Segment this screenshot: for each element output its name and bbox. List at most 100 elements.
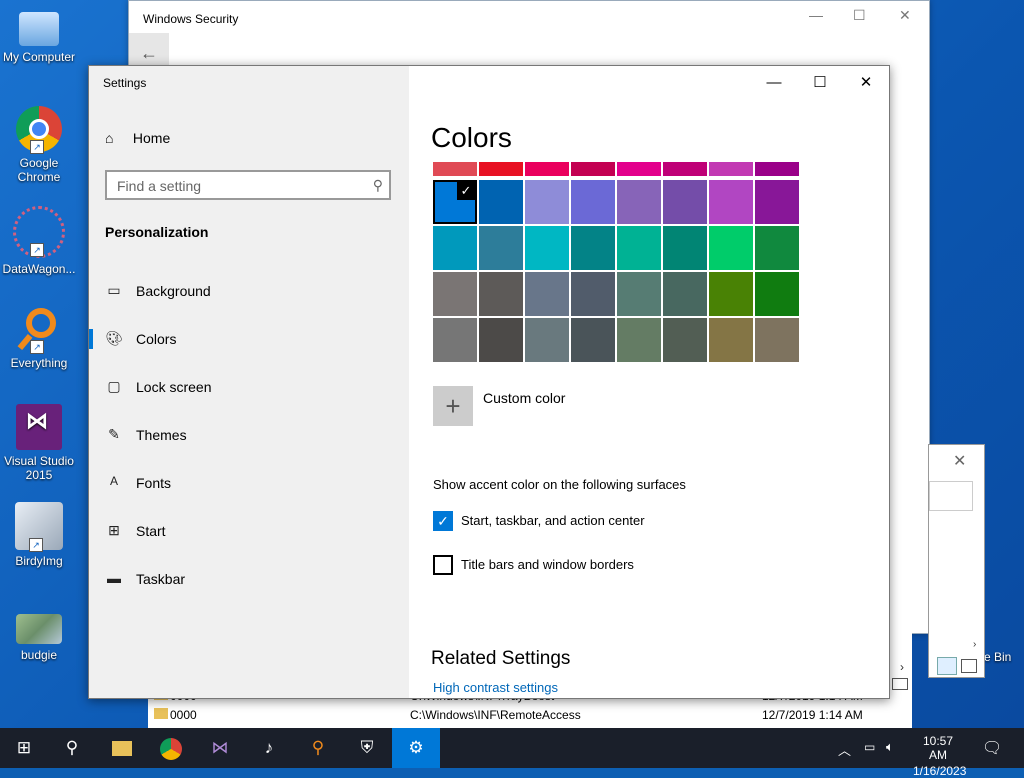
- sidebar-item-background[interactable]: ▭ Background: [89, 271, 409, 311]
- tiktok-icon: ♪: [264, 738, 274, 757]
- color-swatch[interactable]: [479, 318, 523, 362]
- scroll-right-arrow-icon[interactable]: ›: [900, 660, 904, 674]
- volume-icon[interactable]: 🔈︎: [886, 739, 894, 755]
- sidebar-item-themes[interactable]: ✎ Themes: [89, 415, 409, 455]
- taskbar-everything[interactable]: ⚲: [294, 728, 342, 768]
- close-icon[interactable]: ✕: [899, 7, 911, 24]
- color-swatch[interactable]: [617, 180, 661, 224]
- color-swatch[interactable]: [663, 180, 707, 224]
- color-swatch[interactable]: [617, 318, 661, 362]
- sidebar-item-taskbar[interactable]: ▬ Taskbar: [89, 559, 409, 599]
- recycle-bin-label[interactable]: e Bin: [984, 650, 1011, 664]
- close-icon[interactable]: ✕: [953, 451, 966, 471]
- taskbar-file-explorer[interactable]: [98, 728, 146, 768]
- sidebar-item-start[interactable]: ⊞ Start: [89, 511, 409, 551]
- color-swatch[interactable]: [571, 226, 615, 270]
- folder-icon: [154, 708, 168, 719]
- color-swatch[interactable]: [755, 162, 799, 176]
- custom-color-button[interactable]: +: [433, 386, 473, 426]
- color-swatch[interactable]: [571, 162, 615, 176]
- network-icon[interactable]: ▭: [864, 740, 875, 754]
- table-row[interactable]: 0000 C:\Windows\INF\RemoteAccess 12/7/20…: [148, 705, 912, 724]
- desktop-icon-birdyimg[interactable]: ↗ BirdyImg: [0, 502, 78, 568]
- color-swatch[interactable]: [571, 318, 615, 362]
- color-swatch[interactable]: [571, 180, 615, 224]
- desktop-icon-datawagon[interactable]: ↗ DataWagon...: [0, 206, 78, 276]
- desktop-icon-my-computer[interactable]: My Computer: [0, 10, 78, 64]
- fonts-icon: A: [109, 474, 118, 488]
- color-swatch[interactable]: [433, 226, 477, 270]
- sidebar-item-fonts[interactable]: A Fonts: [89, 463, 409, 503]
- checkbox-title-bars[interactable]: [433, 555, 453, 575]
- image-icon: ▭: [107, 282, 121, 298]
- color-swatch[interactable]: [479, 180, 523, 224]
- action-center-icon[interactable]: 🗨︎: [982, 738, 1002, 758]
- color-swatch[interactable]: [709, 180, 753, 224]
- clock[interactable]: 10:57 AM 1/16/2023: [913, 734, 966, 778]
- color-swatch[interactable]: [663, 272, 707, 316]
- desktop-icon-budgie[interactable]: budgie: [0, 614, 78, 662]
- high-contrast-link[interactable]: High contrast settings: [433, 680, 558, 695]
- dialog-input[interactable]: [929, 481, 973, 511]
- checkbox-title-bars-label[interactable]: Title bars and window borders: [461, 557, 634, 572]
- budgie-image-icon: [16, 614, 62, 644]
- taskbar-windows-security[interactable]: ⛨: [343, 728, 391, 768]
- maximize-button[interactable]: ☐: [797, 70, 843, 96]
- color-swatch-selected[interactable]: ✓: [433, 180, 477, 224]
- color-swatch[interactable]: [755, 226, 799, 270]
- color-swatch[interactable]: [571, 272, 615, 316]
- taskbar-settings[interactable]: ⚙: [392, 728, 440, 768]
- checkmark-icon: ✓: [437, 513, 449, 529]
- taskbar-visual-studio[interactable]: ⋈: [196, 728, 244, 768]
- color-swatch[interactable]: [709, 272, 753, 316]
- desktop-icon-everything[interactable]: ↗ Everything: [0, 306, 78, 370]
- large-icons-view-icon[interactable]: [961, 659, 977, 673]
- color-swatch[interactable]: [663, 226, 707, 270]
- color-swatch[interactable]: [433, 162, 477, 176]
- desktop-icon-visual-studio[interactable]: ⋈ Visual Studio 2015: [0, 404, 78, 482]
- details-view-icon[interactable]: [937, 657, 957, 675]
- color-swatch[interactable]: [479, 226, 523, 270]
- color-swatch[interactable]: [709, 226, 753, 270]
- color-swatch[interactable]: [663, 162, 707, 176]
- search-input[interactable]: Find a setting ⚲: [105, 170, 391, 200]
- color-swatch[interactable]: [617, 272, 661, 316]
- color-swatch[interactable]: [663, 318, 707, 362]
- color-swatch[interactable]: [525, 162, 569, 176]
- color-swatch[interactable]: [525, 272, 569, 316]
- taskbar-tiktok[interactable]: ♪: [245, 728, 293, 768]
- tray-chevron-up-icon[interactable]: ︿: [838, 740, 851, 759]
- color-swatch[interactable]: [755, 180, 799, 224]
- color-swatch[interactable]: [525, 226, 569, 270]
- color-swatch[interactable]: [709, 318, 753, 362]
- color-swatch[interactable]: [479, 162, 523, 176]
- start-button[interactable]: ⊞: [0, 728, 48, 768]
- checkbox-start-taskbar-label[interactable]: Start, taskbar, and action center: [461, 513, 645, 528]
- sidebar-item-label: Start: [136, 523, 166, 539]
- home-nav-item[interactable]: ⌂ Home: [105, 130, 170, 150]
- minimize-button[interactable]: —: [751, 70, 797, 96]
- color-swatch[interactable]: [709, 162, 753, 176]
- scroll-right-arrow-icon[interactable]: ›: [973, 639, 976, 650]
- color-swatch[interactable]: [479, 272, 523, 316]
- close-button[interactable]: ✕: [843, 70, 889, 96]
- color-swatch[interactable]: [433, 318, 477, 362]
- visual-studio-icon: ⋈: [211, 738, 229, 757]
- custom-color-label[interactable]: Custom color: [483, 390, 565, 406]
- minimize-icon[interactable]: —: [809, 7, 823, 23]
- view-icon[interactable]: [892, 678, 908, 690]
- taskbar-search-button[interactable]: ⚲: [48, 728, 96, 768]
- sidebar-item-lock-screen[interactable]: ▢ Lock screen: [89, 367, 409, 407]
- color-swatch[interactable]: [525, 180, 569, 224]
- color-swatch[interactable]: [525, 318, 569, 362]
- checkbox-start-taskbar[interactable]: ✓: [433, 511, 453, 531]
- taskbar-chrome[interactable]: [147, 728, 195, 768]
- color-swatch[interactable]: [617, 226, 661, 270]
- color-swatch[interactable]: [755, 272, 799, 316]
- sidebar-item-colors[interactable]: 🎨︎ Colors: [89, 319, 409, 359]
- color-swatch[interactable]: [433, 272, 477, 316]
- maximize-icon[interactable]: ☐: [853, 7, 866, 24]
- desktop-icon-chrome[interactable]: ↗ Google Chrome: [0, 106, 78, 184]
- color-swatch[interactable]: [617, 162, 661, 176]
- color-swatch[interactable]: [755, 318, 799, 362]
